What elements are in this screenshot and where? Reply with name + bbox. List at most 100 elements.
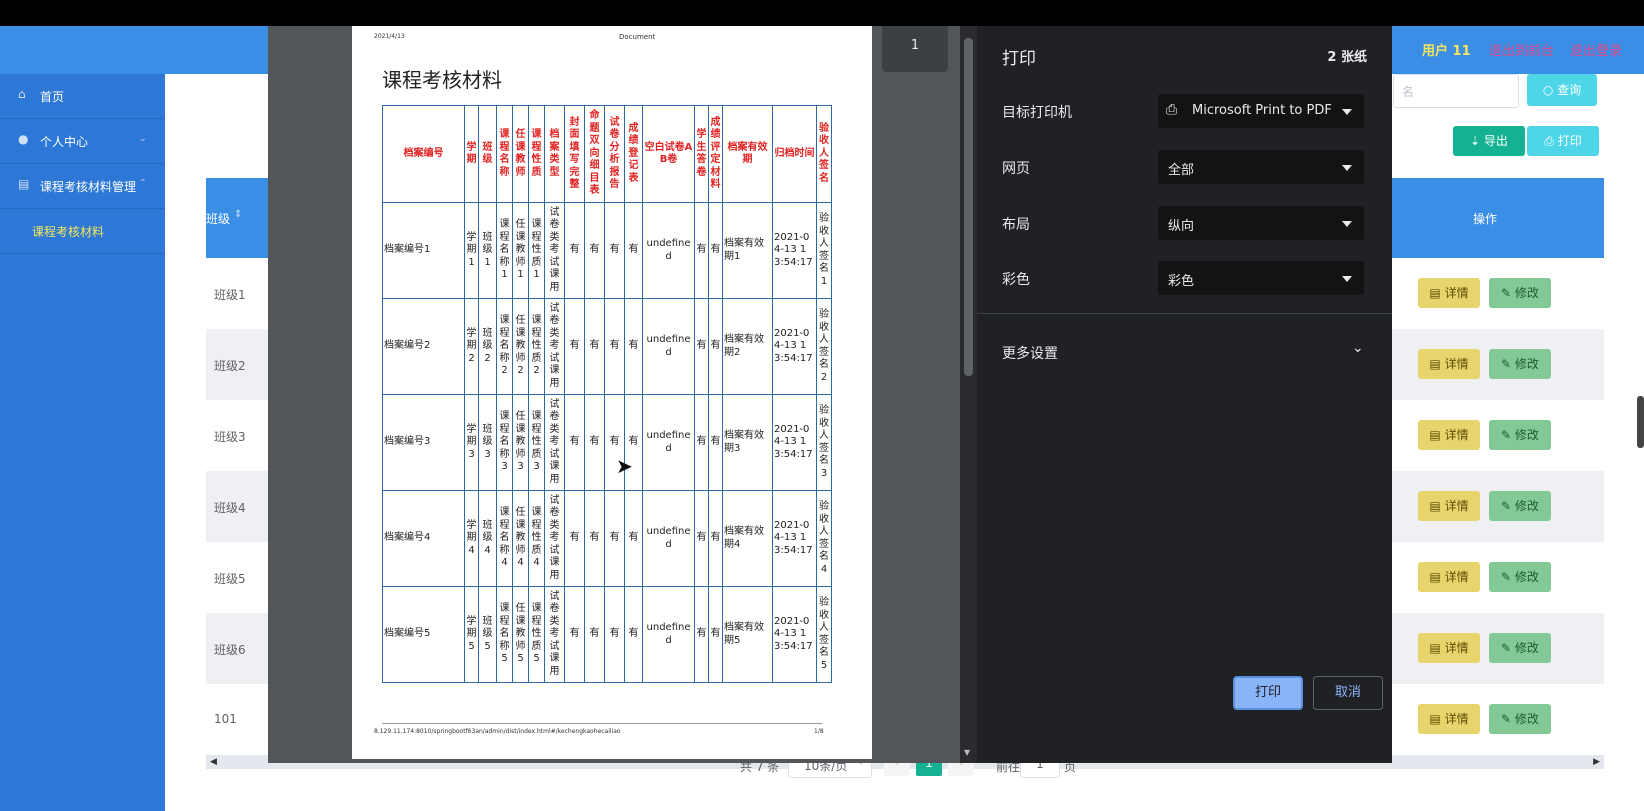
preview-scrollbar[interactable]: ▼ bbox=[960, 26, 977, 763]
destination-label: 目标打印机 bbox=[1002, 105, 1072, 121]
pencil-icon: ✎ bbox=[1501, 712, 1515, 726]
clipboard-icon: ▤ bbox=[18, 177, 30, 191]
preview-cell: 有 bbox=[564, 586, 585, 683]
back-to-frontend-link[interactable]: 退出到前台 bbox=[1489, 40, 1554, 59]
doc-icon: ▤ bbox=[1429, 712, 1445, 726]
col-class: 班级 bbox=[478, 105, 497, 203]
scroll-down-icon[interactable]: ▼ bbox=[964, 748, 970, 757]
col-blank-paper: 空白试卷AB卷 bbox=[642, 105, 695, 203]
preview-cell: 有 bbox=[624, 202, 643, 299]
preview-cell: 有 bbox=[708, 394, 723, 491]
row-class: 班级4 bbox=[214, 501, 246, 515]
edit-button[interactable]: ✎ 修改 bbox=[1489, 704, 1551, 734]
dialog-cancel-button[interactable]: 取消 bbox=[1313, 676, 1383, 710]
preview-cell: 试卷类考试课用 bbox=[544, 298, 565, 395]
home-icon: ⌂ bbox=[18, 87, 26, 101]
detail-button[interactable]: ▤ 详情 bbox=[1418, 278, 1480, 308]
detail-button[interactable]: ▤ 详情 bbox=[1418, 633, 1480, 663]
detail-button[interactable]: ▤ 详情 bbox=[1418, 491, 1480, 521]
preview-cell: 验收人签名3 bbox=[816, 394, 832, 491]
doc-icon: ▤ bbox=[1429, 357, 1445, 371]
col-exam-analysis: 试卷分析报告 bbox=[604, 105, 625, 203]
preview-cell: 有 bbox=[584, 202, 605, 299]
pencil-icon: ✎ bbox=[1501, 286, 1515, 300]
preview-cell: 课程性质3 bbox=[528, 394, 545, 491]
printer-icon: ⎙ bbox=[1166, 102, 1178, 118]
preview-cell: undefined bbox=[642, 394, 695, 491]
preview-header-row: 档案编号 学期 班级 课程名称 任课教师 课程性质 档案类型 封面填写完整 命题… bbox=[382, 105, 832, 203]
preview-cell: 有 bbox=[604, 490, 625, 587]
preview-cell: 2021-04-13 13:54:17 bbox=[772, 490, 817, 587]
preview-cell: 有 bbox=[564, 202, 585, 299]
sidebar: ⌂ 首页 ● 个人中心 ⌄ ▤ 课程考核材料管理 ⌃ 课程考核材料 bbox=[0, 74, 165, 811]
row-class: 101 bbox=[214, 712, 237, 726]
search-button[interactable]: ○ 查询 bbox=[1527, 74, 1597, 106]
preview-cell: 验收人签名1 bbox=[816, 202, 832, 299]
sidebar-item-label: 课程考核材料管理 bbox=[40, 180, 137, 194]
destination-select[interactable]: ⎙ Microsoft Print to PDF bbox=[1158, 94, 1364, 128]
preview-cell: 试卷类考试课用 bbox=[544, 490, 565, 587]
col-student-answers: 学生答卷 bbox=[694, 105, 709, 203]
dropdown-arrow-icon bbox=[1342, 221, 1352, 227]
column-header-class[interactable]: 班级 bbox=[206, 210, 230, 227]
sidebar-item-home[interactable]: ⌂ 首页 bbox=[0, 74, 165, 119]
user-icon: ● bbox=[18, 132, 29, 146]
preview-cell: undefined bbox=[642, 490, 695, 587]
layout-select[interactable]: 纵向 bbox=[1158, 206, 1364, 240]
chevron-down-icon: ⌄ bbox=[138, 133, 147, 144]
preview-cell: 2021-04-13 13:54:17 bbox=[772, 394, 817, 491]
preview-cell: 学期1 bbox=[464, 202, 479, 299]
sidebar-item-course-materials-mgmt[interactable]: ▤ 课程考核材料管理 ⌃ bbox=[0, 164, 165, 209]
preview-cell: 有 bbox=[694, 394, 709, 491]
preview-cell: 有 bbox=[624, 298, 643, 395]
pages-select[interactable]: 全部 bbox=[1158, 150, 1364, 184]
preview-cell: 档案编号4 bbox=[382, 490, 465, 587]
edit-button[interactable]: ✎ 修改 bbox=[1489, 633, 1551, 663]
preview-cell: 验收人签名5 bbox=[816, 586, 832, 683]
preview-scrollbar-thumb[interactable] bbox=[964, 38, 973, 376]
edit-button[interactable]: ✎ 修改 bbox=[1489, 420, 1551, 450]
color-label: 彩色 bbox=[1002, 272, 1030, 288]
row-class: 班级2 bbox=[214, 359, 246, 373]
preview-cell: 有 bbox=[694, 586, 709, 683]
detail-button[interactable]: ▤ 详情 bbox=[1418, 420, 1480, 450]
export-button[interactable]: ⇣ 导出 bbox=[1453, 126, 1525, 156]
detail-button[interactable]: ▤ 详情 bbox=[1418, 562, 1480, 592]
column-header-ops: 操作 bbox=[1473, 212, 1498, 226]
more-settings-toggle[interactable]: 更多设置 ⌄ bbox=[977, 326, 1392, 376]
pencil-icon: ✎ bbox=[1501, 357, 1515, 371]
preview-cell: 有 bbox=[604, 298, 625, 395]
preview-cell: 课程性质2 bbox=[528, 298, 545, 395]
preview-cell: 课程性质1 bbox=[528, 202, 545, 299]
detail-button[interactable]: ▤ 详情 bbox=[1418, 349, 1480, 379]
preview-cell: 学期5 bbox=[464, 586, 479, 683]
doc-icon: ▤ bbox=[1429, 570, 1445, 584]
search-input[interactable]: 名 bbox=[1393, 74, 1519, 108]
sidebar-item-course-materials[interactable]: 课程考核材料 bbox=[0, 209, 165, 254]
footer-rule bbox=[382, 723, 822, 724]
preview-table: 档案编号 学期 班级 课程名称 任课教师 课程性质 档案类型 封面填写完整 命题… bbox=[382, 105, 832, 683]
page-number-badge[interactable]: 1 bbox=[882, 26, 948, 72]
logout-link[interactable]: 退出登录 bbox=[1570, 40, 1622, 59]
page-header-date: 2021/4/13 bbox=[374, 33, 405, 40]
edit-button[interactable]: ✎ 修改 bbox=[1489, 278, 1551, 308]
edit-button[interactable]: ✎ 修改 bbox=[1489, 491, 1551, 521]
printer-icon: ⎙ bbox=[1544, 134, 1558, 148]
pencil-icon: ✎ bbox=[1501, 641, 1515, 655]
preview-cell: 有 bbox=[604, 202, 625, 299]
preview-table-row: 档案编号1 学期1 班级1 课程名称1 任课教师1 课程性质1 试卷类考试课用有有有有 und… bbox=[382, 202, 832, 299]
pencil-icon: ✎ bbox=[1501, 570, 1515, 584]
preview-cell: 试卷类考试课用 bbox=[544, 394, 565, 491]
detail-button[interactable]: ▤ 详情 bbox=[1418, 704, 1480, 734]
preview-cell: undefined bbox=[642, 586, 695, 683]
sort-icon[interactable]: ⇕ bbox=[234, 209, 242, 220]
sidebar-item-personal-center[interactable]: ● 个人中心 ⌄ bbox=[0, 119, 165, 164]
edit-button[interactable]: ✎ 修改 bbox=[1489, 562, 1551, 592]
print-button[interactable]: ⎙ 打印 bbox=[1527, 126, 1599, 156]
vertical-scrollbar-thumb[interactable] bbox=[1637, 396, 1644, 448]
color-select[interactable]: 彩色 bbox=[1158, 261, 1364, 295]
preview-cell: 有 bbox=[584, 586, 605, 683]
preview-cell: 有 bbox=[708, 298, 723, 395]
dialog-print-button[interactable]: 打印 bbox=[1233, 676, 1303, 710]
edit-button[interactable]: ✎ 修改 bbox=[1489, 349, 1551, 379]
